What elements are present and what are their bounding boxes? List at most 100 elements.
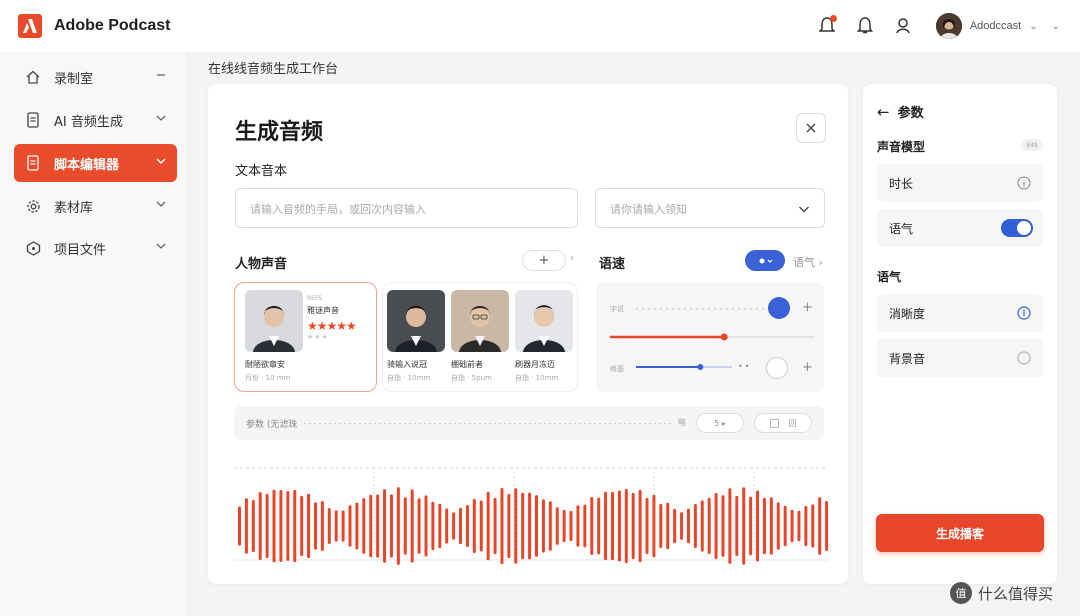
waveform-bar [500, 487, 504, 565]
generate-audio-card: 生成音频 文本音本 请输入音频的手局，或回次内容输入 请你请输入领知 人物声音 … [208, 84, 848, 584]
text-input[interactable]: 请输入音频的手局，或回次内容输入 [235, 188, 578, 228]
add-voice-button[interactable]: + [522, 250, 566, 271]
waveform-bar [528, 492, 532, 560]
tone-toggle[interactable] [1001, 219, 1033, 237]
chevron-down-icon [155, 240, 167, 252]
waveform-bar [769, 497, 773, 555]
waveform-bar [652, 494, 656, 558]
speed-toggle-button[interactable] [745, 250, 785, 271]
waveform-bar [244, 498, 248, 554]
waveform-bar [403, 497, 407, 555]
sidebar-item-label: 脚本编辑器 [54, 157, 120, 173]
waveform-bar [597, 497, 601, 555]
brand[interactable]: Adobe Podcast [18, 14, 170, 38]
tone-link[interactable]: 语气 › [793, 254, 823, 270]
pitch-knob[interactable] [766, 357, 788, 379]
voice-meta: 自指 · 5pum [451, 374, 492, 382]
tone-row[interactable]: 语气 [877, 209, 1043, 247]
chevron-down-icon[interactable]: ⌄ [1029, 21, 1037, 32]
info-icon[interactable] [1017, 176, 1031, 190]
voice-tag: REFS [307, 295, 323, 302]
waveform-bar [452, 512, 456, 540]
breadcrumb: 在线线音频生成工作台 [208, 62, 339, 77]
waveform-bar [735, 495, 739, 557]
param-text: 参数 (无滤珠 [246, 420, 298, 430]
waveform-bar [535, 495, 538, 557]
notification-icon[interactable] [816, 15, 838, 37]
avatar[interactable] [451, 290, 509, 352]
waveform-bar [293, 489, 297, 563]
clarity-row[interactable]: 消晰度 [877, 294, 1043, 332]
tone-section-label: 语气 [877, 270, 902, 284]
waveform-bar [555, 507, 559, 545]
radio-icon[interactable] [1017, 351, 1031, 365]
speed-slider[interactable] [610, 332, 814, 342]
pitch-slider[interactable] [636, 362, 732, 372]
chevron-right-icon[interactable]: › [570, 253, 574, 264]
row-label: 时长 [889, 177, 914, 191]
waveform-bar [783, 505, 787, 547]
voice-meta: 自指 · 10mm [387, 374, 431, 382]
waveform-bar [645, 497, 649, 555]
document-icon [24, 111, 42, 129]
waveform-bar [355, 502, 359, 550]
voice-card-selected[interactable]: REFS 雅谜声音 ★★★★★ ★★★ 耐陋欲章安 月份 · 10 mm [234, 282, 377, 392]
waveform-bar [238, 506, 241, 546]
sidebar-item-ai-audio[interactable]: AI 音频生成 [14, 101, 177, 139]
waveform-bar [514, 488, 518, 564]
sidebar-item-script-editor[interactable]: 脚本编辑器 [14, 144, 177, 182]
sidebar-item-label: 项目文件 [54, 242, 107, 258]
close-button[interactable] [796, 113, 826, 143]
arrow-left-icon: ← [877, 102, 890, 121]
speed-knob[interactable] [768, 297, 790, 319]
waveform-bar [680, 512, 684, 540]
sidebar-item-projects[interactable]: 项目文件 [14, 229, 177, 267]
waveform-bar [569, 510, 573, 542]
plus-icon[interactable]: + [802, 360, 813, 375]
waveform-bar [562, 509, 566, 543]
save-button[interactable]: 回 [754, 413, 812, 433]
plus-icon[interactable]: + [802, 300, 813, 315]
speed-row-label: 宇说 [610, 305, 624, 313]
waveform-bar [307, 493, 311, 559]
sidebar-item-recording[interactable]: 录制室 [14, 58, 177, 96]
voice-name: 耐陋欲章安 [245, 360, 285, 369]
play-button[interactable]: 5 ▸ [696, 413, 744, 433]
sidebar-item-assets[interactable]: 素材库 [14, 187, 177, 225]
avatar[interactable] [387, 290, 445, 352]
background-sound-row[interactable]: 背景音 [877, 339, 1043, 377]
generate-podcast-button[interactable]: 生成播客 [876, 514, 1044, 552]
avatar[interactable] [515, 290, 573, 352]
waveform-bar [251, 499, 255, 553]
page-title: 生成音频 [235, 120, 324, 145]
radio-selected-icon[interactable] [1017, 306, 1031, 320]
chevron-down-icon[interactable]: ⌄ [1052, 21, 1060, 32]
waveform-bar [286, 491, 290, 561]
avatar[interactable] [935, 13, 962, 39]
row-label: 消晰度 [889, 307, 926, 321]
waveform-bar [728, 488, 732, 564]
waveform-bar [797, 510, 801, 542]
chevron-down-icon [798, 203, 810, 215]
user-alert-icon[interactable] [892, 15, 914, 37]
waveform-bar [265, 493, 269, 559]
waveform-bar [362, 498, 366, 554]
param-end-label: 略 [678, 418, 686, 427]
waveform-bar [638, 489, 642, 563]
voice-name: 棚础前者 [451, 360, 483, 369]
bell-icon[interactable] [854, 15, 876, 37]
script-icon [24, 154, 42, 172]
waveform-bar [327, 507, 331, 545]
waveform[interactable] [234, 460, 828, 570]
waveform-bar [590, 497, 594, 555]
chevron-down-icon [155, 198, 167, 210]
waveform-bar [707, 497, 711, 555]
waveform-bar [431, 501, 435, 551]
duration-row[interactable]: 时长 [877, 164, 1043, 202]
waveform-bar [389, 494, 393, 558]
voice-name: 骑输入说冠 [387, 360, 427, 369]
text-label: 文本音本 [235, 164, 288, 179]
watermark-text: 什么值得买 [978, 584, 1054, 603]
voice-select[interactable]: 请你请输入领知 [595, 188, 825, 228]
back-button[interactable]: ← 参数 [877, 102, 924, 122]
